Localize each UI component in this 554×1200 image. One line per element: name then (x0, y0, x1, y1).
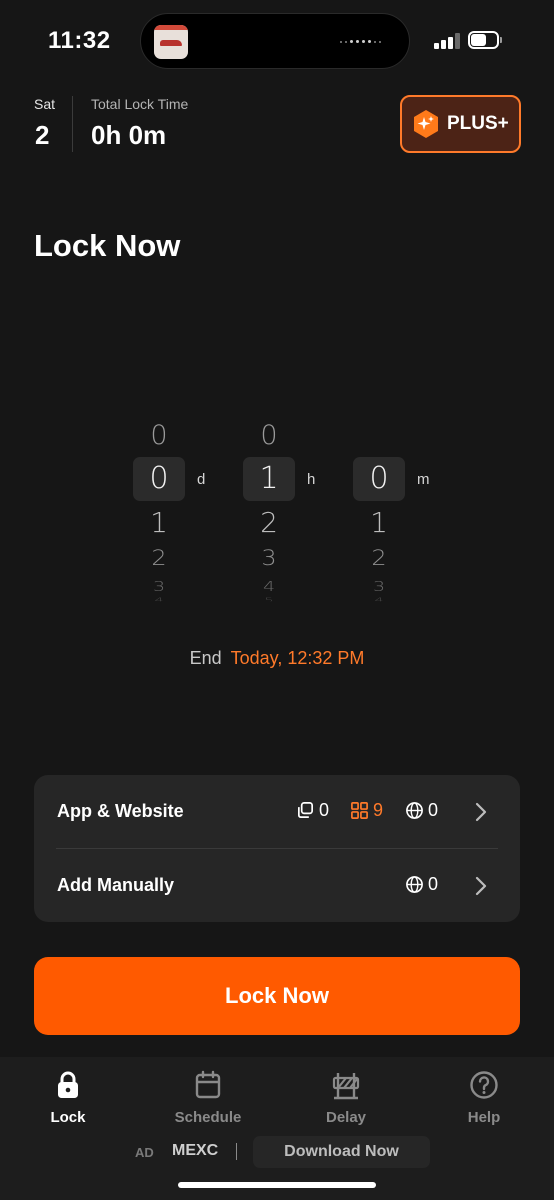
picker-value: 3 (152, 579, 166, 595)
ad-tag: AD (135, 1145, 154, 1160)
picker-value: 3 (261, 545, 277, 571)
picker-value: 2 (260, 506, 278, 539)
picker-value: 4 (374, 596, 384, 602)
end-time: End Today, 12:32 PM (0, 648, 554, 669)
hours-picker[interactable]: 0 1 2 3 4 5 h (243, 418, 363, 608)
app-website-row[interactable]: App & Website 0 9 0 (34, 775, 520, 848)
add-manually-label: Add Manually (57, 875, 175, 895)
tab-delay[interactable]: Delay (296, 1069, 396, 1129)
picker-unit: m (417, 471, 430, 488)
categories-count: 9 (350, 800, 383, 821)
tab-label: Delay (325, 1109, 367, 1126)
header-divider (72, 96, 73, 152)
tab-label: Lock (50, 1109, 86, 1126)
barrier-icon (332, 1073, 360, 1100)
globe-icon (406, 802, 423, 819)
picker-value: 4 (154, 596, 164, 602)
ad-separator (236, 1143, 237, 1160)
picker-value: 4 (262, 579, 276, 595)
picker-value: 3 (372, 579, 386, 595)
sparkle-hexagon-icon (414, 110, 438, 138)
picker-value: 1 (370, 506, 388, 539)
picker-selected-value: 0 (149, 461, 169, 496)
picker-value: 2 (151, 545, 167, 571)
app-website-label: App & Website (57, 801, 184, 821)
total-lock-time-label: Total Lock Time (91, 96, 189, 112)
end-time-value: Today, 12:32 PM (230, 648, 365, 668)
chevron-right-icon (475, 802, 487, 822)
picker-value: 1 (150, 506, 168, 539)
blocklist-card: App & Website 0 9 0 Add Manually 0 (34, 775, 520, 922)
websites-count: 0 (405, 800, 438, 821)
websites-count-value: 0 (428, 800, 439, 820)
chevron-right-icon (475, 876, 487, 896)
day-number: 2 (35, 120, 50, 150)
categories-grid-icon (351, 802, 368, 819)
manual-websites-count-value: 0 (428, 874, 439, 894)
lock-now-button[interactable]: Lock Now (34, 957, 520, 1035)
picker-unit: d (197, 471, 206, 488)
tab-lock[interactable]: Lock (18, 1069, 118, 1129)
calendar-icon (195, 1070, 221, 1099)
plus-label: PLUS+ (447, 113, 509, 134)
picker-selected-value: 0 (369, 461, 389, 496)
apps-count: 0 (296, 800, 329, 821)
ad-banner: AD MEXC Download Now (0, 1136, 554, 1168)
app-screen: 11:32 Sat 2 Total Lock Time 0h 0m PLUS+ (0, 0, 554, 1200)
picker-selected-value: 1 (259, 461, 279, 496)
total-lock-time-value: 0h 0m (91, 120, 167, 150)
apps-stack-icon (297, 802, 314, 819)
ad-brand: MEXC (172, 1142, 219, 1159)
lock-icon (58, 1071, 78, 1098)
now-playing-thumbnail (154, 25, 188, 59)
tab-schedule[interactable]: Schedule (158, 1069, 258, 1129)
categories-count-value: 9 (373, 800, 384, 820)
add-manually-row[interactable]: Add Manually 0 (34, 849, 520, 922)
tab-label: Help (467, 1109, 501, 1126)
battery-icon (468, 31, 502, 49)
end-time-label: End (189, 648, 222, 668)
plus-upgrade-button[interactable]: PLUS+ (400, 95, 521, 153)
ad-download-button[interactable]: Download Now (253, 1136, 430, 1168)
cellular-signal-icon (434, 33, 462, 49)
manual-websites-count: 0 (405, 874, 438, 895)
question-icon (470, 1071, 498, 1099)
dynamic-island[interactable] (140, 13, 410, 69)
days-picker[interactable]: 0 0 1 2 3 4 d (133, 418, 253, 608)
minutes-picker[interactable]: 0 1 2 3 4 m (353, 418, 473, 608)
audio-wave-icon (340, 40, 381, 43)
day-name: Sat (34, 96, 56, 112)
tab-bar: Lock Schedule Delay Help (0, 1057, 554, 1200)
status-bar: 11:32 (0, 0, 554, 80)
tab-label: Schedule (174, 1109, 242, 1126)
tab-help[interactable]: Help (434, 1069, 534, 1129)
picker-value: 2 (371, 545, 387, 571)
picker-value-above: 0 (260, 420, 278, 451)
globe-icon (406, 876, 423, 893)
apps-count-value: 0 (319, 800, 330, 820)
picker-value-above: 0 (150, 420, 168, 451)
home-indicator[interactable] (178, 1182, 376, 1188)
status-time: 11:32 (48, 27, 111, 54)
picker-unit: h (307, 471, 316, 488)
picker-value: 5 (264, 596, 274, 602)
page-title: Lock Now (34, 228, 181, 263)
